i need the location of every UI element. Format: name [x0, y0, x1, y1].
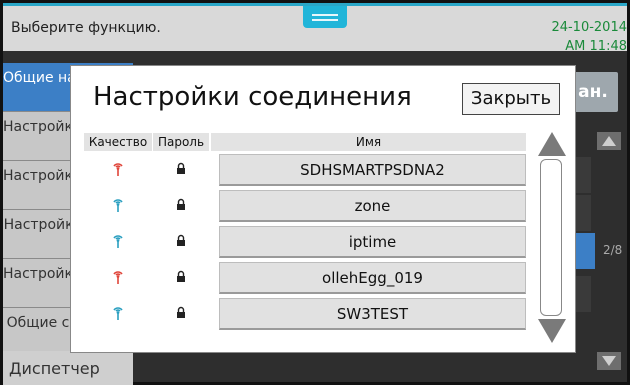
- network-row[interactable]: ollehEgg_019: [84, 262, 527, 294]
- page-indicator: 2/8: [603, 243, 623, 257]
- network-name-button[interactable]: ollehEgg_019: [219, 262, 526, 294]
- network-list: SDHSMARTPSDNA2 zone iptime ollehEgg_019 …: [84, 154, 527, 334]
- column-header-name: Имя: [211, 133, 526, 151]
- settings-field[interactable]: [575, 276, 591, 312]
- column-header-password: Пароль: [153, 133, 209, 151]
- wifi-signal-icon: [113, 271, 123, 284]
- page-down-icon[interactable]: [597, 352, 621, 370]
- scrollbar-track[interactable]: [540, 159, 562, 316]
- column-header-quality: Качество: [84, 133, 152, 151]
- page-up-icon[interactable]: [597, 132, 621, 150]
- network-name-button[interactable]: zone: [219, 190, 526, 222]
- wifi-signal-icon: [113, 163, 123, 176]
- wifi-signal-icon: [113, 307, 123, 320]
- lock-icon: [177, 162, 185, 174]
- triangle-up-icon[interactable]: [538, 132, 566, 158]
- lock-icon: [177, 270, 185, 282]
- triangle-down-icon[interactable]: [538, 319, 566, 345]
- sidebar-item-manager[interactable]: Диспетчер: [3, 351, 133, 385]
- settings-field[interactable]: [575, 195, 591, 231]
- close-button[interactable]: Закрыть: [462, 83, 560, 115]
- status-message: Выберите функцию.: [11, 20, 161, 36]
- wifi-signal-icon: [113, 199, 123, 212]
- top-status-bar: Выберите функцию. 24-10-2014 AM 11:48: [3, 3, 627, 54]
- wifi-signal-icon: [113, 235, 123, 248]
- network-row[interactable]: iptime: [84, 226, 527, 258]
- date-display: 24-10-2014: [551, 20, 627, 35]
- network-row[interactable]: SDHSMARTPSDNA2: [84, 154, 527, 186]
- settings-field[interactable]: [575, 157, 591, 193]
- network-row[interactable]: SW3TEST: [84, 298, 527, 330]
- lock-icon: [177, 306, 185, 318]
- network-name-button[interactable]: SDHSMARTPSDNA2: [219, 154, 526, 186]
- settings-field-selected[interactable]: [575, 233, 595, 269]
- network-row[interactable]: zone: [84, 190, 527, 222]
- connection-settings-dialog: Настройки соединения Закрыть Качество Па…: [70, 65, 576, 353]
- dialog-title: Настройки соединения: [93, 82, 412, 112]
- pull-down-handle[interactable]: [303, 6, 347, 28]
- lock-icon: [177, 234, 185, 246]
- network-name-button[interactable]: iptime: [219, 226, 526, 258]
- network-name-button[interactable]: SW3TEST: [219, 298, 526, 330]
- time-display: AM 11:48: [565, 39, 627, 54]
- lock-icon: [177, 198, 185, 210]
